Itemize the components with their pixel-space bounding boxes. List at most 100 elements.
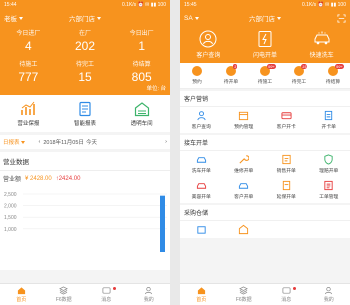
status-time: 15:45 xyxy=(184,2,197,8)
beauty-icon xyxy=(196,183,206,189)
y-tick-label: 2,000 xyxy=(4,204,17,210)
y-tick-label: 1,500 xyxy=(4,215,17,221)
tab-me[interactable]: 我的 xyxy=(308,284,350,305)
grid-stock-item[interactable] xyxy=(180,224,223,235)
tab-messages[interactable]: 消息 xyxy=(265,284,308,305)
home-icon xyxy=(197,287,205,295)
grid-wash-order[interactable]: 洗车开单 xyxy=(180,154,223,174)
count-badge: 99+ xyxy=(267,64,276,69)
sale-icon xyxy=(282,154,291,165)
section-customer-marketing: 客户营销 客户查询 预约管理 客户开卡 开卡单 xyxy=(180,91,350,133)
status-bar: 15:45 0.1K/s ⏰ ✉ ▮▮ 100 xyxy=(180,0,350,10)
grid-open-card[interactable]: 客户开卡 xyxy=(265,110,308,130)
grid-warranty-order[interactable]: 延保开单 xyxy=(265,180,308,200)
status-icons: 0.1K/s ⏰ ✉ ▮▮ 100 xyxy=(122,2,166,8)
car-icon xyxy=(239,183,249,189)
unread-dot xyxy=(112,287,116,290)
stat-pending-finish[interactable]: 待完工 15 xyxy=(57,59,114,84)
grid-repair-order[interactable]: 维修开单 xyxy=(223,154,266,174)
legend-value-current: ¥ 2428.00 xyxy=(25,175,52,182)
current-date[interactable]: 2018年11月05日 xyxy=(43,138,84,146)
prev-date-button[interactable]: ‹ xyxy=(39,139,41,145)
store-selector[interactable]: 六部门店 xyxy=(249,13,281,23)
calendar-icon xyxy=(192,66,202,76)
role-label: SA xyxy=(184,14,193,22)
unit-label: 单位: 台 xyxy=(146,86,166,92)
tab-me[interactable]: 我的 xyxy=(128,284,171,305)
revenue-chart: 2,500 2,000 1,500 1,000 xyxy=(3,190,167,254)
shortcut-pending-finish[interactable]: 15 待完工 xyxy=(282,64,316,85)
stat-today-in[interactable]: 今日进厂 4 xyxy=(0,28,57,53)
stat-today-out[interactable]: 今日出厂 1 xyxy=(113,28,170,53)
grid-customer-query[interactable]: 客户查询 xyxy=(180,110,223,130)
grid-warehouse-item[interactable] xyxy=(223,224,266,235)
workbench-screen: 15:45 0.1K/s ⏰ ✉ ▮▮ 100 SA 六部门店 客户查询 闪电开… xyxy=(180,0,350,305)
quick-business-report[interactable]: 营业保报 xyxy=(0,101,57,127)
tab-messages[interactable]: 消息 xyxy=(85,284,128,305)
wash-icon xyxy=(196,157,206,163)
header: 15:44 0.1K/s ⏰ ✉ ▮▮ 100 老板 六部门店 今日进厂 4 在厂… xyxy=(0,0,170,95)
grid-claim-order[interactable]: 理赔开单 xyxy=(308,154,350,174)
user-icon xyxy=(325,286,333,295)
grid-beauty-order[interactable]: 美容开单 xyxy=(180,180,223,200)
section-reception-order: 接车开单 洗车开单 维修开单 销售开单 理赔开单 美容开单 客户开单 延保开单 … xyxy=(180,135,350,203)
quick-transparent-workshop[interactable]: 透明车间 xyxy=(113,101,170,127)
role-selector[interactable]: SA xyxy=(184,15,199,22)
list-icon xyxy=(324,180,333,191)
section-title: 接车开单 xyxy=(180,135,350,151)
report-icon xyxy=(79,101,91,117)
scan-icon[interactable] xyxy=(337,13,346,23)
hero-quick-wash[interactable]: 快速洗车 xyxy=(293,30,350,59)
store-selector[interactable]: 六部门店 xyxy=(69,13,101,23)
chevron-down-icon xyxy=(19,16,23,20)
message-icon xyxy=(282,287,291,294)
next-date-button[interactable]: › xyxy=(165,139,167,145)
store-label: 六部门店 xyxy=(69,16,95,23)
tab-f6-data[interactable]: F6数据 xyxy=(223,284,266,305)
clipboard-icon xyxy=(325,110,333,121)
hero-customer-search[interactable]: 客户查询 xyxy=(180,30,237,59)
bar-chart: 2,500 2,000 1,500 1,000 xyxy=(4,192,167,252)
tab-home[interactable]: 首页 xyxy=(180,284,223,305)
hero-flash-order[interactable]: 闪电开单 xyxy=(237,30,294,59)
status-shortcuts: 预约 3 待开单 99+ 待施工 15 待完工 99+ 待结算 xyxy=(180,63,350,89)
today-button[interactable]: 今天 xyxy=(86,138,97,146)
grid-card-order[interactable]: 开卡单 xyxy=(308,110,350,130)
stat-pending-work[interactable]: 待施工 777 xyxy=(0,59,57,84)
customer-search-icon xyxy=(199,30,217,48)
chevron-down-icon xyxy=(97,16,101,20)
shortcut-pending-settle[interactable]: 99+ 待结算 xyxy=(316,64,350,85)
chart-up-icon xyxy=(21,101,36,115)
chart-bar[interactable] xyxy=(160,195,165,252)
user-icon xyxy=(145,286,153,295)
role-label: 老板 xyxy=(4,16,17,23)
shortcut-pending-work[interactable]: 99+ 待施工 xyxy=(248,64,282,85)
grid-appointment[interactable]: 预约管理 xyxy=(223,110,266,130)
legend-value-change: ↑2424.00 xyxy=(55,175,81,182)
tab-f6-data[interactable]: F6数据 xyxy=(43,284,86,305)
stats-panel: 今日进厂 4 在厂 202 今日出厂 1 待施工 777 待完工 15 待结算 805 单位… xyxy=(0,26,170,95)
tab-home[interactable]: 首页 xyxy=(0,284,43,305)
top-bar: SA 六部门店 xyxy=(180,10,350,26)
shortcut-appointments[interactable]: 预约 xyxy=(180,66,214,85)
role-selector[interactable]: 老板 xyxy=(4,13,23,23)
stat-pending-settle[interactable]: 待结算 805 xyxy=(113,59,170,84)
grid-customer-order[interactable]: 客户开单 xyxy=(223,180,266,200)
layers-icon xyxy=(239,286,249,295)
status-icons: 0.1K/s ⏰ ✉ ▮▮ 100 xyxy=(302,2,346,8)
shortcut-pending-order[interactable]: 3 待开单 xyxy=(214,64,248,85)
count-badge: 3 xyxy=(233,64,238,69)
card-icon xyxy=(281,112,292,120)
person-icon xyxy=(197,111,206,121)
report-type-selector[interactable]: 日报表 xyxy=(3,138,25,146)
chevron-down-icon xyxy=(194,16,199,20)
status-time: 15:44 xyxy=(4,2,17,8)
home-dashboard-screen: 15:44 0.1K/s ⏰ ✉ ▮▮ 100 老板 六部门店 今日进厂 4 在厂… xyxy=(0,0,170,305)
grid-work-order-manage[interactable]: 工单管理 xyxy=(308,180,350,200)
date-navigator: ‹ 2018年11月05日 xyxy=(39,138,84,146)
shield-icon xyxy=(324,154,333,165)
grid-sales-order[interactable]: 销售开单 xyxy=(265,154,308,174)
quick-smart-report[interactable]: 智能报表 xyxy=(57,101,114,127)
stat-in-shop[interactable]: 在厂 202 xyxy=(57,28,114,53)
business-data-card: 营业数据 营业额 ¥ 2428.00 ↑2424.00 2,500 2,000 1,… xyxy=(0,152,170,270)
